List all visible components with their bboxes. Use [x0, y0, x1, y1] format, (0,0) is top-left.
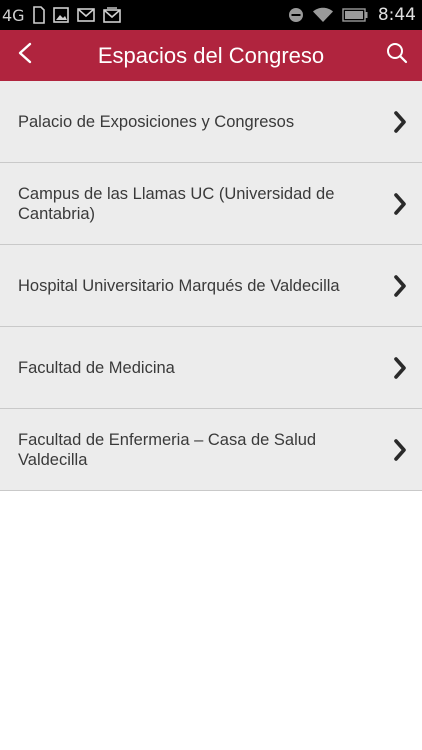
gmail-icon: [76, 8, 95, 22]
do-not-disturb-icon: [288, 7, 304, 23]
page-title: Espacios del Congreso: [97, 42, 325, 68]
list-item-label: Hospital Universitario Marqués de Valdec…: [18, 276, 340, 295]
venue-list: Palacio de Exposiciones y Congresos Camp…: [0, 81, 422, 491]
list-item-hospital-valdecilla[interactable]: Hospital Universitario Marqués de Valdec…: [0, 245, 422, 327]
status-bar-left: 4G: [2, 0, 121, 30]
clock: 8:44: [377, 5, 416, 25]
image-icon: [52, 7, 69, 23]
sim-card-icon: [32, 6, 45, 24]
chevron-right-icon: [390, 191, 410, 217]
list-item-label: Facultad de Enfermeria – Casa de Salud V…: [18, 430, 317, 469]
chevron-right-icon: [390, 437, 410, 463]
battery-icon: [342, 8, 368, 22]
chevron-right-icon: [390, 355, 410, 381]
list-item-label: Palacio de Exposiciones y Congresos: [18, 112, 295, 131]
chevron-right-icon: [390, 109, 410, 135]
back-button[interactable]: [10, 40, 40, 70]
back-arrow-icon: [17, 42, 33, 69]
list-item-facultad-enfermeria[interactable]: Facultad de Enfermeria – Casa de Salud V…: [0, 409, 422, 491]
list-item-campus-llamas[interactable]: Campus de las Llamas UC (Universidad de …: [0, 163, 422, 245]
wifi-icon: [312, 7, 334, 23]
gmail-icon: [102, 7, 121, 23]
search-button[interactable]: [382, 40, 412, 70]
network-type: 4G: [2, 5, 25, 25]
list-item-facultad-medicina[interactable]: Facultad de Medicina: [0, 327, 422, 409]
chevron-right-icon: [390, 273, 410, 299]
status-bar-right: 8:44: [288, 0, 416, 30]
app-bar: Espacios del Congreso: [0, 30, 422, 81]
status-bar: 4G 8:44: [0, 0, 422, 30]
list-item-label: Facultad de Medicina: [18, 358, 175, 377]
search-icon: [386, 42, 408, 69]
list-item-palacio-exposiciones[interactable]: Palacio de Exposiciones y Congresos: [0, 81, 422, 163]
list-item-label: Campus de las Llamas UC (Universidad de …: [18, 184, 335, 223]
